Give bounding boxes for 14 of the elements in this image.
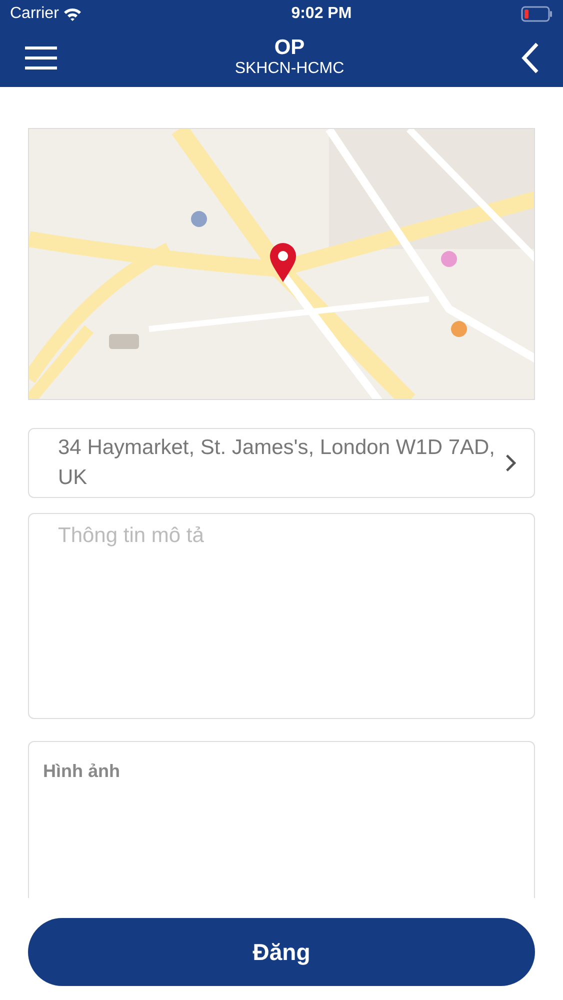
clock-time: 9:02 PM xyxy=(291,4,352,24)
carrier-text: Carrier xyxy=(10,4,59,24)
post-button[interactable]: Đăng xyxy=(28,918,535,986)
screen-subtitle: SKHCN-HCMC xyxy=(234,59,344,79)
menu-icon[interactable] xyxy=(24,46,58,70)
screen-title: OP xyxy=(273,36,306,60)
chevron-right-icon xyxy=(504,452,516,473)
images-label: Hình ảnh xyxy=(43,760,120,781)
description-field[interactable]: Thông tin mô tả xyxy=(28,512,535,719)
back-icon[interactable] xyxy=(520,42,539,74)
wifi-icon xyxy=(62,7,82,21)
address-field[interactable]: 34 Haymarket, St. James's, London W1D 7AD, UK xyxy=(28,428,535,498)
map-pin-icon xyxy=(269,243,297,283)
battery-icon xyxy=(520,6,553,22)
